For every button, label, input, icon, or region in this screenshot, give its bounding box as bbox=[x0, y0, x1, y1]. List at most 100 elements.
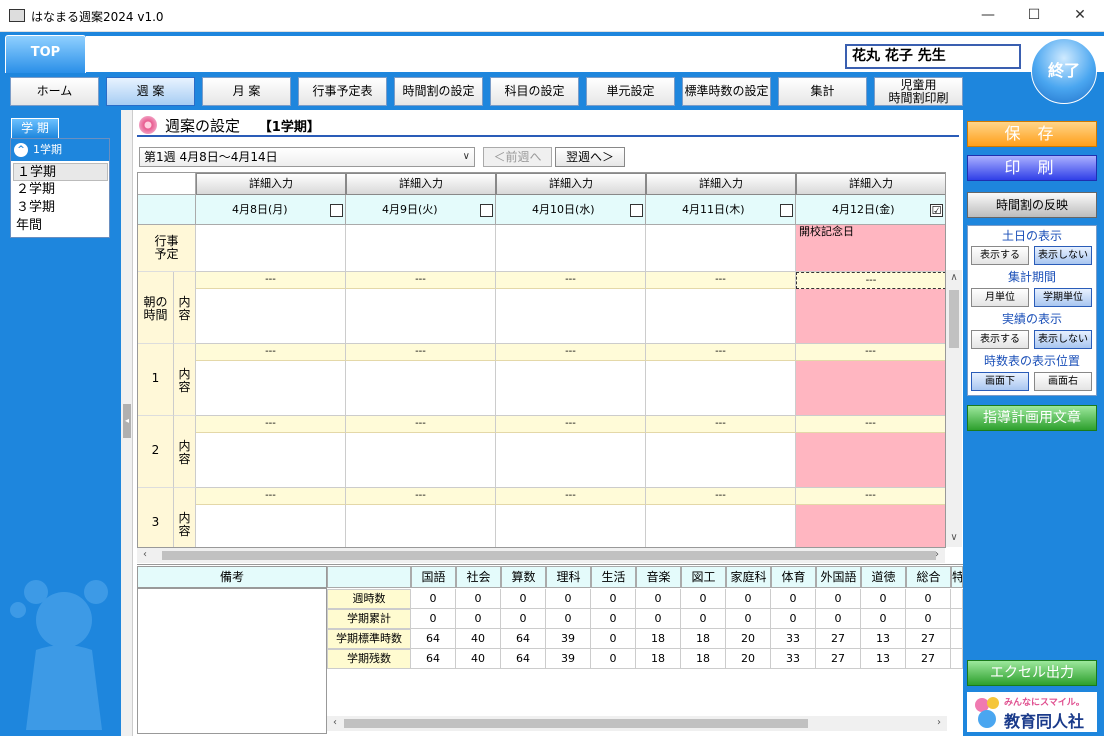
menu-units[interactable]: 単元設定 bbox=[586, 77, 675, 106]
period-content-thu[interactable] bbox=[646, 361, 796, 416]
period-content-fri[interactable] bbox=[796, 289, 945, 344]
scroll-left-icon[interactable]: ‹ bbox=[137, 549, 153, 560]
excel-export-button[interactable]: エクセル出力 bbox=[967, 660, 1097, 686]
summary-horizontal-scroll-thumb[interactable] bbox=[344, 719, 808, 728]
period-content-tue[interactable] bbox=[346, 361, 496, 416]
period-subject-fri[interactable]: --- bbox=[796, 272, 945, 289]
period-subject-tue[interactable]: --- bbox=[346, 488, 496, 505]
exit-button[interactable]: 終了 bbox=[1031, 38, 1097, 104]
period-subject-wed[interactable]: --- bbox=[496, 272, 646, 289]
position-right-button[interactable]: 画面右 bbox=[1034, 372, 1092, 391]
day-checkbox-tue[interactable] bbox=[480, 204, 493, 217]
period-subject-mon[interactable]: --- bbox=[196, 488, 346, 505]
position-bottom-button[interactable]: 画面下 bbox=[971, 372, 1029, 391]
menu-subjects[interactable]: 科目の設定 bbox=[490, 77, 579, 106]
period-subject-thu[interactable]: --- bbox=[646, 488, 796, 505]
period-month-button[interactable]: 月単位 bbox=[971, 288, 1029, 307]
maximize-button[interactable]: ☐ bbox=[1011, 0, 1057, 31]
chevron-up-icon[interactable]: ^ bbox=[14, 143, 28, 157]
event-cell-mon[interactable] bbox=[196, 225, 346, 272]
period-term-button[interactable]: 学期単位 bbox=[1034, 288, 1092, 307]
period-content-thu[interactable] bbox=[646, 505, 796, 547]
period-subject-mon[interactable]: --- bbox=[196, 344, 346, 361]
day-checkbox-thu[interactable] bbox=[780, 204, 793, 217]
print-button[interactable]: 印 刷 bbox=[967, 155, 1097, 181]
weekend-show-button[interactable]: 表示する bbox=[971, 246, 1029, 265]
prev-week-button[interactable]: ＜前週へ bbox=[483, 147, 552, 167]
period-content-fri[interactable] bbox=[796, 505, 945, 547]
scroll-up-icon[interactable]: ∧ bbox=[946, 272, 962, 283]
day-checkbox-wed[interactable] bbox=[630, 204, 643, 217]
term-item-3[interactable]: ３学期 bbox=[13, 199, 108, 217]
detail-button-mon[interactable]: 詳細入力 bbox=[196, 173, 346, 195]
menu-standard-hours[interactable]: 標準時数の設定 bbox=[682, 77, 771, 106]
event-cell-tue[interactable] bbox=[346, 225, 496, 272]
period-content-mon[interactable] bbox=[196, 289, 346, 344]
event-cell-thu[interactable] bbox=[646, 225, 796, 272]
period-content-wed[interactable] bbox=[496, 289, 646, 344]
period-subject-fri[interactable]: --- bbox=[796, 488, 945, 505]
close-button[interactable]: ✕ bbox=[1057, 0, 1103, 31]
term-list-header[interactable]: ^ 1学期 bbox=[11, 139, 109, 161]
grid-horizontal-scroll-thumb[interactable] bbox=[162, 551, 936, 560]
period-content-tue[interactable] bbox=[346, 505, 496, 547]
period-content-wed[interactable] bbox=[496, 361, 646, 416]
period-subject-thu[interactable]: --- bbox=[646, 272, 796, 289]
menu-monthly[interactable]: 月 案 bbox=[202, 77, 291, 106]
splitter-handle[interactable]: ◂ bbox=[123, 404, 131, 438]
period-content-thu[interactable] bbox=[646, 433, 796, 488]
period-subject-fri[interactable]: --- bbox=[796, 416, 945, 433]
period-content-wed[interactable] bbox=[496, 433, 646, 488]
period-content-fri[interactable] bbox=[796, 361, 945, 416]
guide-text-button[interactable]: 指導計画用文章 bbox=[967, 405, 1097, 431]
period-content-mon[interactable] bbox=[196, 433, 346, 488]
term-item-2[interactable]: ２学期 bbox=[13, 181, 108, 199]
period-content-wed[interactable] bbox=[496, 505, 646, 547]
notes-textarea[interactable] bbox=[137, 588, 327, 734]
period-content-thu[interactable] bbox=[646, 289, 796, 344]
weekend-hide-button[interactable]: 表示しない bbox=[1034, 246, 1092, 265]
week-select[interactable]: 第1週 4月8日～4月14日 ∨ bbox=[139, 147, 475, 167]
period-subject-mon[interactable]: --- bbox=[196, 272, 346, 289]
actual-show-button[interactable]: 表示する bbox=[971, 330, 1029, 349]
period-content-tue[interactable] bbox=[346, 289, 496, 344]
scroll-down-icon[interactable]: ∨ bbox=[946, 532, 962, 543]
next-week-button[interactable]: 翌週へ＞ bbox=[555, 147, 625, 167]
minimize-button[interactable]: — bbox=[965, 0, 1011, 31]
period-content-tue[interactable] bbox=[346, 433, 496, 488]
menu-summary[interactable]: 集計 bbox=[778, 77, 867, 106]
actual-hide-button[interactable]: 表示しない bbox=[1034, 330, 1092, 349]
top-tab[interactable]: TOP bbox=[5, 35, 86, 73]
term-item-1[interactable]: １学期 bbox=[13, 163, 108, 181]
term-item-year[interactable]: 年間 bbox=[13, 217, 108, 235]
detail-button-tue[interactable]: 詳細入力 bbox=[346, 173, 496, 195]
period-subject-tue[interactable]: --- bbox=[346, 344, 496, 361]
period-subject-wed[interactable]: --- bbox=[496, 344, 646, 361]
event-cell-fri[interactable]: 開校記念日 bbox=[796, 225, 945, 272]
period-subject-thu[interactable]: --- bbox=[646, 344, 796, 361]
period-subject-wed[interactable]: --- bbox=[496, 488, 646, 505]
day-checkbox-fri[interactable]: ☑ bbox=[930, 204, 943, 217]
period-subject-tue[interactable]: --- bbox=[346, 272, 496, 289]
menu-timetable[interactable]: 時間割の設定 bbox=[394, 77, 483, 106]
period-subject-fri[interactable]: --- bbox=[796, 344, 945, 361]
event-cell-wed[interactable] bbox=[496, 225, 646, 272]
chevron-down-icon[interactable]: ∨ bbox=[463, 148, 470, 166]
scroll-left-icon[interactable]: ‹ bbox=[327, 717, 343, 728]
menu-home[interactable]: ホーム bbox=[10, 77, 99, 106]
term-tab[interactable]: 学 期 bbox=[11, 118, 59, 138]
period-content-mon[interactable] bbox=[196, 505, 346, 547]
save-button[interactable]: 保 存 bbox=[967, 121, 1097, 147]
detail-button-wed[interactable]: 詳細入力 bbox=[496, 173, 646, 195]
reflect-timetable-button[interactable]: 時間割の反映 bbox=[967, 192, 1097, 218]
period-content-fri[interactable] bbox=[796, 433, 945, 488]
period-subject-tue[interactable]: --- bbox=[346, 416, 496, 433]
period-subject-thu[interactable]: --- bbox=[646, 416, 796, 433]
detail-button-fri[interactable]: 詳細入力 bbox=[796, 173, 945, 195]
period-subject-mon[interactable]: --- bbox=[196, 416, 346, 433]
scroll-right-icon[interactable]: › bbox=[931, 717, 947, 728]
period-subject-wed[interactable]: --- bbox=[496, 416, 646, 433]
menu-student-print[interactable]: 児童用 時間割印刷 bbox=[874, 77, 963, 106]
menu-weekly[interactable]: 週 案 bbox=[106, 77, 195, 106]
grid-vertical-scroll-thumb[interactable] bbox=[949, 290, 959, 348]
